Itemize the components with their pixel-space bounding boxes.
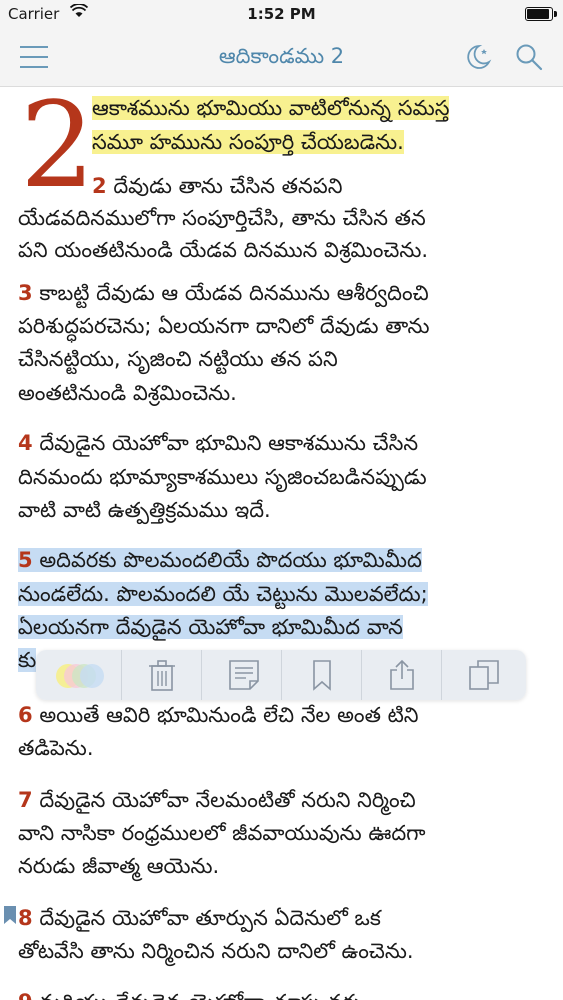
verse-line[interactable]: వాని నాసికా రంధ్రములలో జీవవాయువును ఊదగా	[18, 819, 426, 847]
search-icon[interactable]	[514, 42, 544, 72]
verse-line[interactable]: 6 అయితే ఆవిరి భూమినుండి లేచి నేల అంత టిన…	[18, 701, 419, 729]
verse-line[interactable]: 3 కాబట్టి దేవుడు ఆ యేడవ దినమును ఆశీర్వది…	[18, 279, 429, 307]
battery-icon	[525, 7, 557, 21]
verse-line[interactable]: నరుడు జీవాత్మ ఆయెను.	[18, 852, 219, 880]
chapter-number: 2	[20, 86, 96, 214]
verse-line[interactable]: 8 దేవుడైన యెహోవా తూర్పున ఏదెనులో ఒక	[18, 904, 381, 932]
verse-line[interactable]: తడిపెను.	[18, 734, 94, 762]
verse-number: 7	[18, 788, 33, 812]
share-icon	[390, 659, 414, 690]
color-dots-icon[interactable]	[54, 662, 114, 690]
verse-line[interactable]: చేసినట్టియు, సృజించి నట్టియు తన పని	[18, 345, 338, 373]
nav-bar: ఆదికాండము 2	[0, 28, 563, 87]
verse-line[interactable]: ఏలయనగా దేవుడైన యెహోవా భూమిమీద వాన	[18, 613, 403, 641]
verse-line[interactable]: సమూ హమును సంపూర్తి చేయబడెను.	[92, 128, 404, 156]
bookmark-icon	[313, 660, 331, 691]
bookmark-button[interactable]	[281, 650, 362, 700]
verse-number: 8	[18, 906, 33, 930]
verse-line[interactable]: 9 మరియు దేవుడైన యెహోవా చూపు నకు	[18, 988, 361, 1000]
verse-line[interactable]: పని యంతటినుండి యేడవ దినమున విశ్రమించెను.	[18, 236, 428, 264]
verse-line[interactable]: నుండలేదు. పొలమందలి యే చెట్టును మొలవలేదు;	[18, 580, 428, 608]
verse-line[interactable]: 4 దేవుడైన యెహోవా భూమిని ఆకాశమును చేసిన	[18, 429, 418, 457]
verse-number: 6	[18, 703, 33, 727]
verse-line[interactable]: 7 దేవుడైన యెహోవా నేలమంటితో నరుని నిర్మిం…	[18, 786, 416, 814]
verse-line[interactable]: యేడవదినములోగా సంపూర్తిచేసి, తాను చేసిన త…	[18, 204, 426, 232]
verse-line[interactable]: అంతటినుండి విశ్రమించెను.	[18, 379, 237, 407]
clock: 1:52 PM	[247, 5, 316, 23]
note-icon	[229, 660, 259, 690]
verse-line[interactable]: ఆకాశమును భూమియు వాటిలోనున్న సమస్త	[92, 94, 450, 122]
note-button[interactable]	[201, 650, 282, 700]
verse-line[interactable]: 2 దేవుడు తాను చేసిన తనపని	[92, 172, 342, 200]
share-button[interactable]	[361, 650, 442, 700]
trash-icon	[149, 660, 175, 691]
copy-icon	[469, 660, 499, 690]
verse-line[interactable]: కు	[18, 646, 37, 674]
status-bar: Carrier 1:52 PM	[0, 0, 563, 28]
verse-number: 9	[18, 990, 33, 1000]
verse-number: 4	[18, 431, 33, 455]
verse-line[interactable]: పరిశుద్ధపరచెను; ఏలయనగా దానిలో దేవుడు తాన…	[18, 312, 430, 340]
verse-action-toolbar	[36, 650, 526, 700]
delete-button[interactable]	[121, 650, 202, 700]
verse-line[interactable]: 5 అదివరకు పొలమందలియే పొదయు భూమిమీద	[18, 546, 422, 574]
verse-line[interactable]: వాటి వాటి ఉత్పత్తిక్రమము ఇదే.	[18, 496, 271, 524]
verse-line[interactable]: తోటవేసి తాను నిర్మించిన నరుని దానిలో ఉంచ…	[18, 937, 414, 965]
bookmark-icon[interactable]	[4, 906, 16, 924]
night-mode-icon[interactable]	[462, 42, 492, 72]
verse-line[interactable]: దినమందు భూమ్యాకాశములు సృజించబడినప్పుడు	[18, 463, 427, 491]
copy-button[interactable]	[441, 650, 527, 700]
verse-number: 3	[18, 281, 33, 305]
verse-number: 2	[92, 174, 107, 198]
chapter-text[interactable]: 2 ఆకాశమును భూమియు వాటిలోనున్న సమస్త సమూ …	[0, 86, 563, 1000]
verse-number: 5	[18, 548, 33, 572]
